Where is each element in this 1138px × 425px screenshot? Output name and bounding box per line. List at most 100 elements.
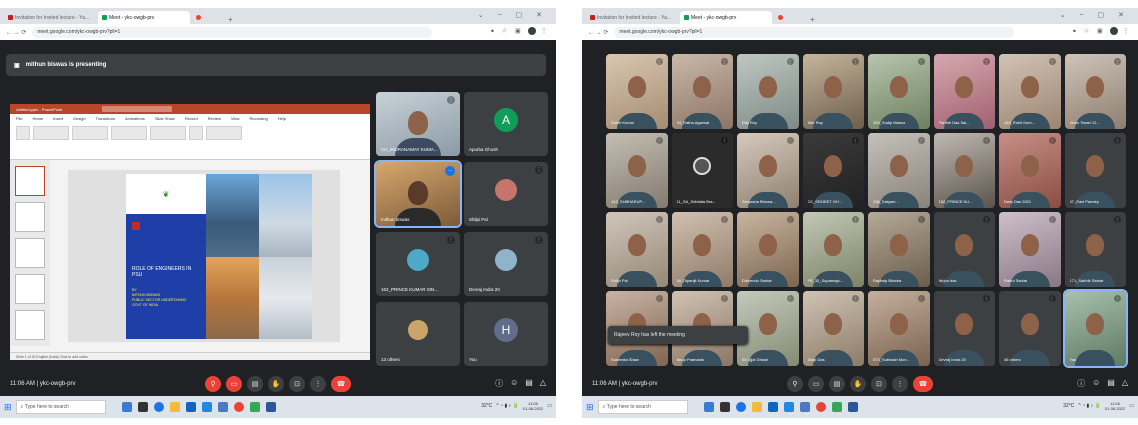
participant-tile[interactable]: ⋮ 60_Dipanjit Kumar: [671, 212, 733, 287]
participant-tile[interactable]: ⋮ Abir Roy: [802, 54, 864, 129]
file-explorer-icon[interactable]: [751, 402, 762, 412]
present-icon[interactable]: ⊡: [289, 376, 305, 392]
chat-icon[interactable]: ▤: [1107, 378, 1115, 389]
self-tile[interactable]: ⋮ You: [1062, 289, 1128, 368]
participant-tile[interactable]: ⋮ Dilp Roy: [737, 54, 799, 129]
tab-recording[interactable]: [192, 11, 222, 24]
participant-tile[interactable]: ⋮ 183_Rohit Kum...: [999, 54, 1061, 129]
url-field[interactable]: meet.google.com/ykc-owgb-prv?pli=1: [32, 26, 433, 38]
profile-icon[interactable]: [528, 27, 537, 35]
participant-tile[interactable]: ⋮ 100_Sudip Manna: [868, 54, 930, 129]
store-icon[interactable]: [185, 402, 196, 412]
chrome-icon[interactable]: [815, 402, 826, 412]
participant-tile[interactable]: ⋮ Devraj Indra 20: [464, 232, 548, 296]
participant-tile-presenter[interactable]: ⋯ mithun biswas: [374, 160, 462, 228]
app-icon[interactable]: [121, 402, 132, 412]
camera-off-icon[interactable]: ▭: [226, 376, 242, 392]
participant-tile[interactable]: ⋮ 46 others: [999, 291, 1061, 366]
participant-tile[interactable]: ⋮ FE_33_Suparnajo...: [802, 212, 864, 287]
tab-invitation[interactable]: Invitation for Invited lecture - Ya...: [586, 11, 678, 24]
participant-tile[interactable]: ⋮ CH_INDRANAMAY KUMA...: [376, 92, 460, 156]
camera-icon[interactable]: ▭: [808, 376, 824, 392]
task-view-icon[interactable]: [137, 402, 148, 412]
taskbar-search[interactable]: ⌕ Type here to search: [597, 400, 688, 414]
app-icon[interactable]: [703, 402, 714, 412]
app-icon[interactable]: [847, 402, 858, 412]
raise-hand-icon[interactable]: ✋: [850, 376, 866, 392]
notification-icon[interactable]: ▭: [1129, 403, 1134, 409]
participant-tile[interactable]: ⋮ Shilpi Pal: [464, 162, 548, 226]
more-options-icon[interactable]: ⋮: [892, 376, 908, 392]
tray-icons[interactable]: ^ ◔ ▮ ♪ 🔋: [496, 403, 518, 409]
participant-tile[interactable]: ⋮ Rajdwip Bhadra: [868, 212, 930, 287]
captions-icon[interactable]: ▤: [247, 376, 263, 392]
tray-icons[interactable]: ^ ◔ ▮ ♪ 🔋: [1078, 403, 1100, 409]
people-icon[interactable]: ☺: [1092, 378, 1100, 389]
windows-start-icon[interactable]: ⊞: [4, 402, 12, 413]
participant-tile[interactable]: ⋮ 04_Ratha Agarwal: [671, 54, 733, 129]
notification-icon[interactable]: ▭: [547, 403, 552, 409]
tab-meet[interactable]: Meet - ykc-owgb-prv: [680, 11, 772, 24]
taskbar-search[interactable]: ⌕ Type here to search: [15, 400, 106, 414]
others-tile[interactable]: 13 others: [376, 302, 460, 366]
participant-tile[interactable]: ⋮ Sreyasha Bhowa...: [737, 133, 799, 208]
participant-tile[interactable]: ⋮ Sumit Kumar: [606, 54, 668, 129]
participant-tile[interactable]: ⋮ Nirjon das: [933, 212, 995, 287]
participant-tile[interactable]: A Apurba Ghosh: [464, 92, 548, 156]
participant-tile[interactable]: ⋮ Rahul Sarkar: [999, 212, 1061, 287]
captions-icon[interactable]: ▤: [829, 376, 845, 392]
tab-invitation[interactable]: Invitation for Invited lecture - Ya...: [4, 11, 96, 24]
end-call-icon[interactable]: ☎: [913, 376, 933, 392]
participant-tile[interactable]: ⋮ 47_Ravi Pandey: [1064, 133, 1126, 208]
edge-icon[interactable]: [735, 402, 746, 412]
app-icon[interactable]: [831, 402, 842, 412]
tab-recording[interactable]: [774, 11, 804, 24]
tab-meet[interactable]: Meet - ykc-owgb-prv: [98, 11, 190, 24]
edge-icon[interactable]: [153, 402, 164, 412]
mail-icon[interactable]: [783, 402, 794, 412]
end-call-icon[interactable]: ☎: [331, 376, 351, 392]
mic-off-icon[interactable]: ⚲: [205, 376, 221, 392]
url-field[interactable]: meet.google.com/ykc-owgb-prv?pli=1: [614, 26, 1015, 38]
participant-tile[interactable]: ⋮ Parthib Das Sai...: [933, 54, 995, 129]
participant-tile[interactable]: ⋮ Dwip Das: [802, 291, 864, 366]
new-tab-button[interactable]: +: [806, 15, 819, 24]
participant-tile[interactable]: ⋮ 11_SA_Sriidatta Bra...: [671, 133, 733, 208]
window-controls[interactable]: ⌄ − ▢ ✕: [478, 11, 548, 19]
nav-buttons[interactable]: ← → ⟳: [6, 29, 26, 36]
app-icon[interactable]: [249, 402, 260, 412]
participant-tile[interactable]: ⋮ Shilpi Pal: [606, 212, 668, 287]
activities-icon[interactable]: △: [540, 378, 546, 389]
raise-hand-icon[interactable]: ✋: [268, 376, 284, 392]
app-icon[interactable]: [799, 402, 810, 412]
participant-tile[interactable]: ⋮ 162_PRINCE KUMAR SIN...: [376, 232, 460, 296]
participant-tile[interactable]: ⋮ 171_Sabhik Sarkar: [1064, 212, 1126, 287]
participant-tile[interactable]: ⋮ Vivek Tiwari 12...: [1064, 54, 1126, 129]
info-icon[interactable]: ⓘ: [495, 378, 503, 389]
chat-icon[interactable]: ▤: [525, 378, 533, 389]
windows-start-icon[interactable]: ⊞: [586, 402, 594, 413]
participant-tile[interactable]: ⋮ Devraj Indra 20: [933, 291, 995, 366]
participant-tile[interactable]: ⋮ Dwip Das 2021: [999, 133, 1061, 208]
participant-tile[interactable]: ⋮ 136_Satyam ...: [868, 133, 930, 208]
participant-tile[interactable]: ⋮ CK_SRIJEET GH...: [802, 133, 864, 208]
participant-tile[interactable]: ⋮ Dibyendu Sarkar: [737, 212, 799, 287]
profile-icon[interactable]: [1110, 27, 1119, 35]
mail-icon[interactable]: [201, 402, 212, 412]
more-options-icon[interactable]: ⋮: [310, 376, 326, 392]
present-icon[interactable]: ⊡: [871, 376, 887, 392]
app-icon[interactable]: [217, 402, 228, 412]
nav-buttons[interactable]: ← → ⟳: [588, 29, 608, 36]
window-controls[interactable]: ⌄ − ▢ ✕: [1060, 11, 1130, 19]
people-icon[interactable]: ☺: [510, 378, 518, 389]
self-tile[interactable]: H You: [464, 302, 548, 366]
browser-action-icons[interactable]: ● ☆ ▣ ⋮: [491, 27, 550, 35]
file-explorer-icon[interactable]: [169, 402, 180, 412]
participant-tile[interactable]: ⋮ 143_SUBHARUP...: [606, 133, 668, 208]
new-tab-button[interactable]: +: [224, 15, 237, 24]
app-icon[interactable]: [265, 402, 276, 412]
chrome-icon[interactable]: [233, 402, 244, 412]
participant-tile[interactable]: ⋮ 073_Subhash Mon...: [868, 291, 930, 366]
store-icon[interactable]: [767, 402, 778, 412]
participant-tile[interactable]: ⋮ 162_PRINCE KU...: [933, 133, 995, 208]
